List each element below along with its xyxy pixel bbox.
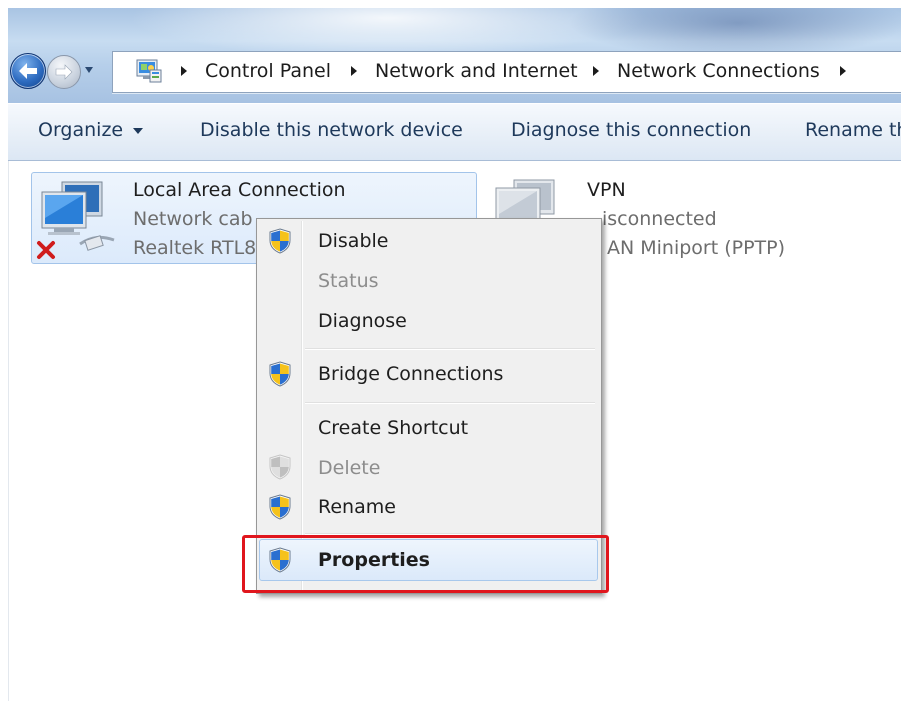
menu-item-status[interactable]: Status [318, 270, 379, 292]
breadcrumb-separator-icon[interactable] [839, 66, 847, 76]
breadcrumb-network-and-internet[interactable]: Network and Internet [375, 60, 578, 82]
uac-shield-icon [269, 494, 291, 520]
menu-separator [305, 533, 595, 534]
rename-connection-button[interactable]: Rename th [805, 119, 901, 141]
menu-separator [305, 402, 595, 403]
menu-item-create-shortcut[interactable]: Create Shortcut [318, 417, 468, 439]
back-button[interactable] [10, 53, 46, 89]
menu-item-disable[interactable]: Disable [318, 230, 388, 252]
uac-shield-icon [269, 361, 291, 387]
uac-shield-icon [269, 228, 291, 254]
breadcrumb-separator-icon[interactable] [180, 66, 188, 76]
menu-item-diagnose[interactable]: Diagnose [318, 310, 407, 332]
back-arrow-icon [19, 63, 37, 79]
breadcrumb-control-panel[interactable]: Control Panel [205, 60, 331, 82]
control-panel-icon [136, 59, 162, 83]
menu-separator [305, 348, 595, 349]
properties-highlight-annotation [242, 535, 609, 593]
chevron-down-icon[interactable] [133, 128, 143, 135]
breadcrumb-network-connections[interactable]: Network Connections [617, 60, 820, 82]
breadcrumb-separator-icon[interactable] [350, 66, 358, 76]
breadcrumb-separator-icon[interactable] [592, 66, 600, 76]
forward-arrow-icon [55, 64, 73, 80]
menu-item-rename[interactable]: Rename [318, 496, 396, 518]
forward-button[interactable] [47, 55, 81, 89]
red-x-icon [37, 241, 55, 259]
connection-status: Network cab [133, 208, 253, 230]
recent-pages-dropdown-icon[interactable] [84, 66, 94, 74]
connection-adapter: Realtek RTL81 [133, 237, 269, 259]
organize-button[interactable]: Organize [38, 119, 123, 141]
vpn-connection-name: VPN [587, 179, 626, 201]
uac-shield-icon [269, 454, 291, 480]
vpn-connection-adapter: AN Miniport (PPTP) [607, 237, 786, 259]
vpn-connection-status: isconnected [602, 208, 717, 230]
disable-device-button[interactable]: Disable this network device [200, 119, 463, 141]
menu-item-delete[interactable]: Delete [318, 457, 380, 479]
connection-name: Local Area Connection [133, 179, 346, 201]
diagnose-connection-button[interactable]: Diagnose this connection [511, 119, 751, 141]
menu-item-bridge-connections[interactable]: Bridge Connections [318, 363, 503, 385]
